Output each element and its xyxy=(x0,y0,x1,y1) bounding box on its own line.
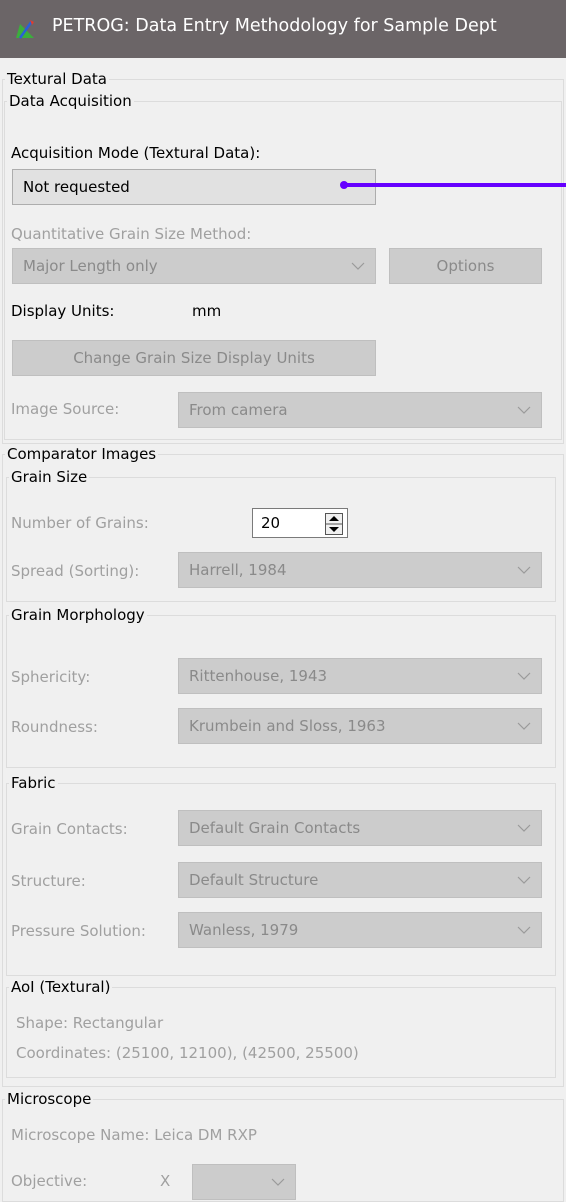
structure-label: Structure: xyxy=(11,872,86,890)
grain-contacts-value: Default Grain Contacts xyxy=(189,819,361,837)
window-title: PETROG: Data Entry Methodology for Sampl… xyxy=(52,16,497,36)
fabric-legend: Fabric xyxy=(11,774,56,792)
grain-contacts-combo[interactable]: Default Grain Contacts xyxy=(178,810,542,846)
microscope-legend: Microscope xyxy=(7,1090,92,1108)
chevron-down-icon xyxy=(517,722,531,730)
grain-contacts-label: Grain Contacts: xyxy=(11,820,128,838)
data-acquisition-legend: Data Acquisition xyxy=(9,92,132,110)
app-icon xyxy=(16,20,34,39)
microscope-name-text: Microscope Name: Leica DM RXP xyxy=(11,1126,257,1144)
pressure-solution-combo[interactable]: Wanless, 1979 xyxy=(178,912,542,948)
annotation-arrow-line xyxy=(344,183,566,187)
number-of-grains-value: 20 xyxy=(261,514,281,532)
title-bar: PETROG: Data Entry Methodology for Sampl… xyxy=(0,0,566,58)
image-source-value: From camera xyxy=(189,401,288,419)
roundness-label: Roundness: xyxy=(11,718,98,736)
pressure-solution-label: Pressure Solution: xyxy=(11,922,146,940)
pressure-solution-value: Wanless, 1979 xyxy=(189,921,299,939)
chevron-down-icon xyxy=(517,566,531,574)
chevron-down-icon xyxy=(351,262,365,270)
number-of-grains-label: Number of Grains: xyxy=(11,514,149,532)
acquisition-mode-label: Acquisition Mode (Textural Data): xyxy=(11,144,261,162)
spread-sorting-combo[interactable]: Harrell, 1984 xyxy=(178,552,542,588)
chevron-down-icon xyxy=(517,672,531,680)
number-of-grains-spinner[interactable]: 20 xyxy=(252,508,348,538)
acquisition-mode-value: Not requested xyxy=(23,178,130,196)
chevron-down-icon xyxy=(517,926,531,934)
spread-sorting-label: Spread (Sorting): xyxy=(11,562,140,580)
structure-value: Default Structure xyxy=(189,871,319,889)
chevron-down-icon xyxy=(517,406,531,414)
acquisition-mode-combo[interactable]: Not requested xyxy=(12,169,376,205)
sphericity-value: Rittenhouse, 1943 xyxy=(189,667,328,685)
image-source-label: Image Source: xyxy=(11,400,120,418)
objective-label: Objective: xyxy=(11,1172,88,1190)
options-button-label: Options xyxy=(436,257,495,275)
annotation-arrow-dot xyxy=(340,181,348,189)
aoi-textural-legend: AoI (Textural) xyxy=(11,978,111,996)
objective-x-label: X xyxy=(160,1172,171,1190)
quant-grain-size-label: Quantitative Grain Size Method: xyxy=(11,225,252,243)
sphericity-label: Sphericity: xyxy=(11,668,91,686)
sphericity-combo[interactable]: Rittenhouse, 1943 xyxy=(178,658,542,694)
comparator-images-legend: Comparator Images xyxy=(7,445,157,463)
display-units-label: Display Units: xyxy=(11,302,115,320)
grain-size-legend: Grain Size xyxy=(11,468,88,486)
quant-grain-size-value: Major Length only xyxy=(23,257,158,275)
spinner-arrows-icon[interactable] xyxy=(325,513,343,535)
chevron-down-icon xyxy=(517,824,531,832)
options-button[interactable]: Options xyxy=(389,248,542,284)
objective-combo[interactable] xyxy=(192,1164,296,1200)
aoi-shape-text: Shape: Rectangular xyxy=(16,1014,164,1032)
spread-sorting-value: Harrell, 1984 xyxy=(189,561,287,579)
change-units-button-label: Change Grain Size Display Units xyxy=(73,349,315,367)
textural-data-legend: Textural Data xyxy=(7,70,107,88)
roundness-combo[interactable]: Krumbein and Sloss, 1963 xyxy=(178,708,542,744)
grain-morphology-legend: Grain Morphology xyxy=(11,606,145,624)
change-grain-size-units-button[interactable]: Change Grain Size Display Units xyxy=(12,340,376,376)
chevron-down-icon xyxy=(271,1178,285,1186)
aoi-coordinates-text: Coordinates: (25100, 12100), (42500, 255… xyxy=(16,1044,359,1062)
roundness-value: Krumbein and Sloss, 1963 xyxy=(189,717,386,735)
display-units-value: mm xyxy=(192,302,222,320)
quant-grain-size-combo[interactable]: Major Length only xyxy=(12,248,376,284)
image-source-combo[interactable]: From camera xyxy=(178,392,542,428)
structure-combo[interactable]: Default Structure xyxy=(178,862,542,898)
chevron-down-icon xyxy=(517,876,531,884)
